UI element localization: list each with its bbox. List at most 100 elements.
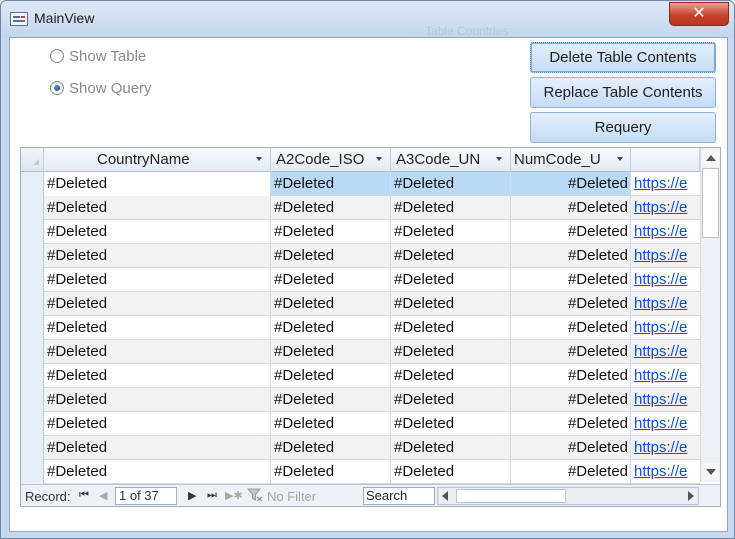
next-record-icon[interactable]: ▶ <box>188 489 196 502</box>
table-row[interactable]: #Deleted #Deleted #Deleted #Deleted https://… <box>21 292 700 316</box>
country-name-cell[interactable]: #Deleted <box>44 460 271 484</box>
requery-button[interactable]: Requery <box>530 112 716 143</box>
no-filter-label[interactable]: No Filter <box>267 489 316 504</box>
link-cell[interactable]: https://e <box>631 460 700 484</box>
country-name-cell[interactable]: #Deleted <box>44 172 271 196</box>
record-selector[interactable] <box>21 268 44 292</box>
column-header-countryname[interactable]: CountryName <box>44 148 271 172</box>
scroll-right-icon[interactable] <box>688 491 694 501</box>
a2code-cell[interactable]: #Deleted <box>271 196 391 220</box>
link-cell[interactable]: https://e <box>631 364 700 388</box>
table-row[interactable]: #Deleted #Deleted #Deleted #Deleted https://… <box>21 172 700 196</box>
link-cell[interactable]: https://e <box>631 292 700 316</box>
title-bar[interactable]: MainView Table Countries ✕ <box>1 1 734 38</box>
new-record-icon[interactable]: ▶✱ <box>225 489 243 502</box>
link-cell[interactable]: https://e <box>631 220 700 244</box>
link-cell[interactable]: https://e <box>631 196 700 220</box>
link-cell[interactable]: https://e <box>631 388 700 412</box>
last-record-icon[interactable]: ⏭ <box>207 489 217 502</box>
a2code-cell[interactable]: #Deleted <box>271 292 391 316</box>
show-table-option[interactable]: Show Table <box>50 46 146 66</box>
search-input[interactable]: Search <box>363 487 435 505</box>
show-table-radio[interactable] <box>50 49 64 63</box>
link-cell[interactable]: https://e <box>631 244 700 268</box>
a2code-cell[interactable]: #Deleted <box>271 268 391 292</box>
link-cell[interactable]: https://e <box>631 340 700 364</box>
a3code-cell[interactable]: #Deleted <box>391 412 511 436</box>
a3code-cell[interactable]: #Deleted <box>391 436 511 460</box>
delete-table-contents-button[interactable]: Delete Table Contents <box>530 42 716 73</box>
numcode-cell[interactable]: #Deleted <box>511 316 631 340</box>
a2code-cell[interactable]: #Deleted <box>271 220 391 244</box>
a3code-cell[interactable]: #Deleted <box>391 244 511 268</box>
select-all-corner[interactable] <box>21 148 44 172</box>
numcode-cell[interactable]: #Deleted <box>511 364 631 388</box>
a2code-cell[interactable]: #Deleted <box>271 388 391 412</box>
replace-table-contents-button[interactable]: Replace Table Contents <box>530 77 716 108</box>
record-selector[interactable] <box>21 196 44 220</box>
record-selector[interactable] <box>21 436 44 460</box>
table-row[interactable]: #Deleted #Deleted #Deleted #Deleted https://… <box>21 316 700 340</box>
horizontal-scroll-thumb[interactable] <box>456 489 566 503</box>
horizontal-scrollbar[interactable] <box>437 487 699 505</box>
country-name-cell[interactable]: #Deleted <box>44 268 271 292</box>
table-row[interactable]: #Deleted #Deleted #Deleted #Deleted https://… <box>21 388 700 412</box>
record-selector[interactable] <box>21 220 44 244</box>
numcode-cell[interactable]: #Deleted <box>511 340 631 364</box>
record-selector[interactable] <box>21 460 44 484</box>
country-name-cell[interactable]: #Deleted <box>44 436 271 460</box>
a2code-cell[interactable]: #Deleted <box>271 244 391 268</box>
a3code-cell[interactable]: #Deleted <box>391 388 511 412</box>
link-cell[interactable]: https://e <box>631 268 700 292</box>
country-name-cell[interactable]: #Deleted <box>44 364 271 388</box>
numcode-cell[interactable]: #Deleted <box>511 412 631 436</box>
record-selector[interactable] <box>21 412 44 436</box>
table-row[interactable]: #Deleted #Deleted #Deleted #Deleted https://… <box>21 244 700 268</box>
a3code-cell[interactable]: #Deleted <box>391 316 511 340</box>
numcode-cell[interactable]: #Deleted <box>511 292 631 316</box>
a2code-cell[interactable]: #Deleted <box>271 172 391 196</box>
filter-funnel-icon[interactable] <box>247 488 263 502</box>
previous-record-icon[interactable]: ◀ <box>99 489 107 502</box>
table-row[interactable]: #Deleted #Deleted #Deleted #Deleted https://… <box>21 436 700 460</box>
record-selector[interactable] <box>21 292 44 316</box>
column-header-a2code[interactable]: A2Code_ISO <box>271 148 391 172</box>
a3code-cell[interactable]: #Deleted <box>391 268 511 292</box>
a3code-cell[interactable]: #Deleted <box>391 460 511 484</box>
a3code-cell[interactable]: #Deleted <box>391 364 511 388</box>
record-selector[interactable] <box>21 388 44 412</box>
sort-dropdown-icon[interactable] <box>376 157 382 161</box>
a2code-cell[interactable]: #Deleted <box>271 436 391 460</box>
table-row[interactable]: #Deleted #Deleted #Deleted #Deleted https://… <box>21 196 700 220</box>
a3code-cell[interactable]: #Deleted <box>391 196 511 220</box>
numcode-cell[interactable]: #Deleted <box>511 172 631 196</box>
show-query-radio[interactable] <box>50 81 64 95</box>
a3code-cell[interactable]: #Deleted <box>391 340 511 364</box>
record-selector[interactable] <box>21 244 44 268</box>
a2code-cell[interactable]: #Deleted <box>271 460 391 484</box>
numcode-cell[interactable]: #Deleted <box>511 460 631 484</box>
record-selector[interactable] <box>21 340 44 364</box>
scroll-up-button[interactable] <box>702 150 719 167</box>
vertical-scroll-thumb[interactable] <box>702 168 719 238</box>
a2code-cell[interactable]: #Deleted <box>271 316 391 340</box>
country-name-cell[interactable]: #Deleted <box>44 196 271 220</box>
numcode-cell[interactable]: #Deleted <box>511 196 631 220</box>
link-cell[interactable]: https://e <box>631 412 700 436</box>
table-row[interactable]: #Deleted #Deleted #Deleted #Deleted https://… <box>21 268 700 292</box>
sort-dropdown-icon[interactable] <box>496 157 502 161</box>
country-name-cell[interactable]: #Deleted <box>44 340 271 364</box>
vertical-scrollbar[interactable] <box>700 148 720 482</box>
country-name-cell[interactable]: #Deleted <box>44 388 271 412</box>
a2code-cell[interactable]: #Deleted <box>271 364 391 388</box>
a3code-cell[interactable]: #Deleted <box>391 172 511 196</box>
record-selector[interactable] <box>21 364 44 388</box>
scroll-left-icon[interactable] <box>442 491 448 501</box>
link-cell[interactable]: https://e <box>631 172 700 196</box>
record-selector[interactable] <box>21 172 44 196</box>
record-selector[interactable] <box>21 316 44 340</box>
close-button[interactable]: ✕ <box>669 2 729 26</box>
column-header-numcode[interactable]: NumCode_U <box>511 148 631 172</box>
scroll-down-button[interactable] <box>702 463 719 480</box>
a2code-cell[interactable]: #Deleted <box>271 340 391 364</box>
